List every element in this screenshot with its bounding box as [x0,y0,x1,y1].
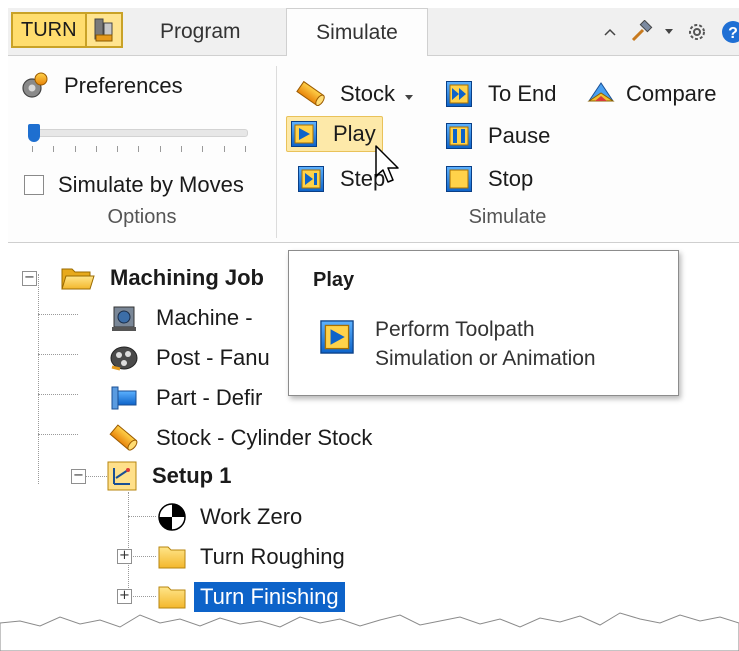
tree-item-label: Post - Fanu [156,345,270,370]
stock-cylinder-icon [294,78,328,110]
tree-item-work-zero[interactable]: Work Zero [154,500,302,534]
collapse-toggle[interactable]: − [22,271,37,286]
post-reel-icon [106,342,142,374]
stop-icon [442,163,476,195]
tree-item-post[interactable]: Post - Fanu [106,341,270,375]
speed-slider-track[interactable] [28,129,248,137]
tree-item-label: Machine - [156,305,253,330]
tree-item-label: Stock - Cylinder Stock [156,425,373,450]
compare-button[interactable]: Compare [584,76,716,112]
tree-item-label: Machining Job [110,265,264,290]
hammer-icon[interactable] [629,20,653,44]
compare-label: Compare [626,81,717,106]
simulate-by-moves-checkbox[interactable]: Simulate by Moves [24,172,244,198]
tree-item-machining-job[interactable]: Machining Job [60,261,264,295]
tree-line [128,492,129,598]
tree-line [38,274,39,484]
tree-item-label: Turn Roughing [200,544,345,569]
simulate-group-label: Simulate [468,206,547,228]
folder-icon [154,541,190,573]
play-button[interactable]: Play [286,116,383,152]
play-icon [287,118,321,150]
preferences-label: Preferences [64,73,183,98]
to-end-button[interactable]: To End [442,76,557,112]
tree-item-label: Part - Defir [156,385,263,410]
options-group-label: Options [107,206,177,228]
tree-line [38,434,78,435]
chevron-up-icon[interactable] [603,27,617,37]
stop-button[interactable]: Stop [442,161,533,197]
tree-item-machine[interactable]: Machine - [106,301,253,335]
pause-button[interactable]: Pause [442,118,550,154]
tooltip-description-line: Perform Toolpath [375,318,535,341]
stock-button[interactable]: Stock [294,76,414,112]
mouse-cursor-icon [375,145,399,183]
tree-item-setup[interactable]: Setup 1 [104,459,231,493]
dropdown-arrow-icon[interactable] [665,29,673,35]
part-icon [106,382,142,414]
tree-line [128,556,156,557]
preferences-icon [18,70,52,102]
tree-item-turn-roughing[interactable]: Turn Roughing [154,540,345,574]
tooltip-description: Perform Toolpath Simulation or Animation [375,315,665,373]
torn-edge-decoration [0,612,739,651]
stop-label: Stop [488,166,534,191]
play-tooltip: Play Perform Toolpath Simulation or Anim… [288,250,679,396]
app-window: TURN Program Simulate ? Preferences Simu… [8,8,739,651]
tooltip-description-line: Simulation or Animation [375,347,596,370]
speed-slider-thumb[interactable] [28,124,40,142]
step-icon [294,163,328,195]
help-icon[interactable]: ? [721,20,739,44]
play-icon [319,319,355,355]
work-zero-icon [154,501,190,533]
tooltip-title: Play [313,269,355,291]
gear-icon[interactable] [685,20,709,44]
turn-app-tab[interactable]: TURN [11,12,123,48]
machine-icon [106,302,142,334]
tree-item-stock[interactable]: Stock - Cylinder Stock [106,421,372,455]
ribbon-tab-strip: TURN Program Simulate ? [8,8,739,57]
tree-item-label: Work Zero [200,504,303,529]
tab-simulate[interactable]: Simulate [286,8,428,57]
tree-line [38,394,78,395]
expand-toggle[interactable]: + [117,549,132,564]
to-end-label: To End [488,81,557,106]
open-folder-icon [60,262,96,294]
collapse-toggle[interactable]: − [71,469,86,484]
speed-slider-ticks [32,146,246,152]
svg-text:?: ? [728,25,738,42]
setup-icon [104,460,140,492]
to-end-icon [442,78,476,110]
checkbox-box[interactable] [24,175,44,195]
play-label: Play [333,121,376,146]
tree-item-part[interactable]: Part - Defir [106,381,262,415]
tree-line [38,354,78,355]
simulate-by-moves-label: Simulate by Moves [58,172,244,197]
pause-icon [442,120,476,152]
stock-cylinder-icon [106,422,142,454]
turn-tool-icon [84,14,121,46]
pause-label: Pause [488,123,551,148]
tab-program[interactable]: Program [136,8,265,56]
tree-line [128,516,156,517]
tree-line [38,314,78,315]
quick-access-toolbar: ? [603,16,739,48]
compare-icon [584,78,618,110]
stock-label: Stock [340,81,396,106]
step-button[interactable]: Step [294,161,385,197]
turn-label: TURN [21,19,77,41]
stock-dropdown-arrow-icon[interactable] [405,81,414,107]
tree-item-label: Setup 1 [152,463,232,488]
preferences-button[interactable]: Preferences [18,68,183,104]
